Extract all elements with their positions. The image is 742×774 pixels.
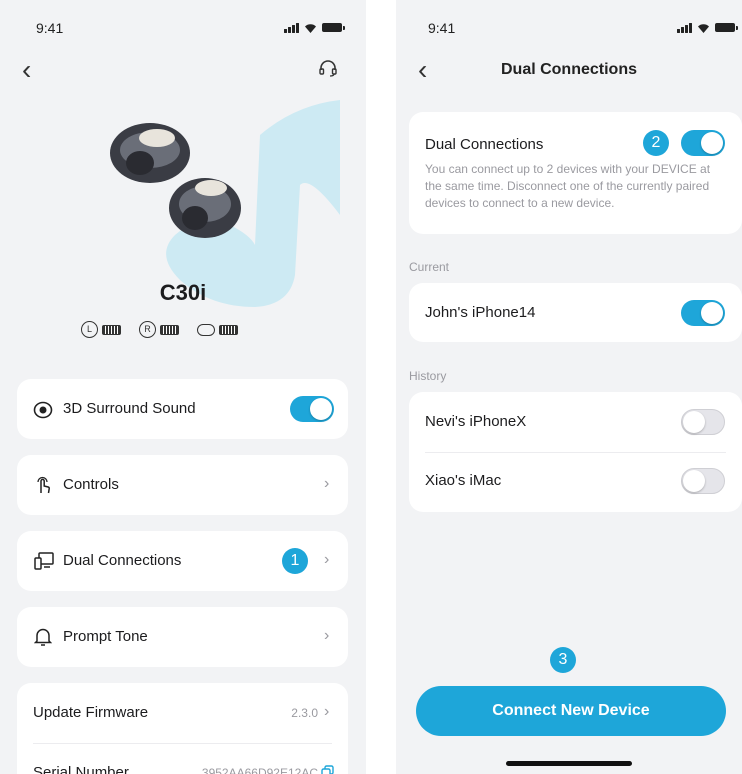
device-name: John's iPhone14 [425, 304, 536, 321]
page-title: Dual Connections [500, 61, 637, 78]
status-icons [284, 22, 345, 33]
status-time: 9:41 [36, 20, 64, 36]
chevron-right-icon: › [324, 551, 330, 568]
history-devices-card: Nevi's iPhoneX Xiao's iMac [409, 392, 742, 512]
surround-sound-toggle[interactable] [290, 396, 334, 422]
headset-icon[interactable] [318, 58, 338, 78]
dual-connections-toggle[interactable] [681, 130, 725, 156]
device-row[interactable]: Nevi's iPhoneX [409, 392, 742, 452]
battery-level-icon [102, 324, 121, 335]
dual-connections-description: You can connect up to 2 devices with you… [425, 162, 711, 210]
signal-icon [284, 22, 299, 33]
battery-status: L R [81, 321, 238, 338]
controls-label: Controls [63, 476, 119, 493]
device-name: Nevi's iPhoneX [425, 413, 527, 430]
device-toggle[interactable] [681, 468, 725, 494]
serial-number-label: Serial Number [33, 764, 129, 774]
touch-gesture-icon [37, 476, 50, 494]
battery-level-icon [219, 324, 238, 335]
surround-sound-icon [33, 401, 53, 419]
battery-level-icon [160, 324, 179, 335]
dual-connections-label: Dual Connections [63, 552, 182, 569]
right-earbud-battery: R [139, 321, 179, 338]
battery-icon [715, 23, 738, 32]
product-name: C30i [159, 280, 207, 305]
copy-icon[interactable] [321, 765, 334, 774]
step-badge-3: 3 [550, 647, 576, 673]
chevron-right-icon: › [324, 627, 330, 644]
status-time: 9:41 [428, 20, 456, 36]
controls-row[interactable]: Controls › [17, 455, 348, 515]
home-indicator [506, 761, 632, 766]
earbuds-image [110, 123, 241, 238]
dual-connections-title: Dual Connections [425, 136, 544, 153]
device-toggle[interactable] [681, 300, 725, 326]
step-badge-1: 1 [282, 548, 308, 574]
step-badge-2: 2 [643, 130, 669, 156]
left-earbud-battery: L [81, 321, 121, 338]
back-button[interactable]: ‹ [22, 56, 31, 84]
chevron-right-icon: › [324, 475, 330, 492]
firmware-version: 2.3.0 [291, 706, 318, 720]
signal-icon [677, 22, 692, 33]
history-section-label: History [409, 369, 447, 383]
wifi-icon [305, 24, 316, 33]
update-firmware-row[interactable]: Update Firmware 2.3.0 › [17, 683, 348, 743]
current-section-label: Current [409, 260, 450, 274]
device-toggle[interactable] [681, 409, 725, 435]
chevron-right-icon: › [324, 703, 330, 720]
left-earbud-icon: L [81, 321, 98, 338]
current-devices-card: John's iPhone14 [409, 283, 742, 342]
surround-sound-row[interactable]: 3D Surround Sound [17, 379, 348, 439]
device-name: Xiao's iMac [425, 472, 502, 489]
battery-icon [322, 23, 345, 32]
charging-case-icon [197, 323, 215, 336]
dual-connections-card: Dual Connections 2 You can connect up to… [409, 112, 742, 234]
device-row[interactable]: John's iPhone14 [409, 283, 742, 342]
right-earbud-icon: R [139, 321, 156, 338]
surround-sound-label: 3D Surround Sound [63, 400, 196, 417]
product-screen: 9:41 ‹ C30i L R 3D Surround Sound Contro… [0, 0, 366, 774]
devices-icon [34, 552, 54, 570]
serial-number-row: Serial Number 3952AA66D92E12AC [17, 743, 348, 774]
update-firmware-label: Update Firmware [33, 704, 149, 721]
bell-icon [34, 628, 52, 646]
status-bar: 9:41 [396, 20, 742, 40]
serial-number-value: 3952AA66D92E12AC [201, 766, 318, 774]
status-bar: 9:41 [0, 20, 366, 40]
dual-connections-row[interactable]: Dual Connections 1 › [17, 531, 348, 591]
status-icons [677, 22, 738, 33]
prompt-tone-label: Prompt Tone [63, 628, 148, 645]
connect-new-device-button[interactable]: Connect New Device [416, 686, 726, 736]
case-battery [197, 323, 238, 336]
device-info-card: Update Firmware 2.3.0 › Serial Number 39… [17, 683, 348, 774]
wifi-icon [698, 24, 709, 33]
prompt-tone-row[interactable]: Prompt Tone › [17, 607, 348, 667]
dual-connections-screen: 9:41 ‹ Dual Connections Dual Connections… [396, 0, 742, 774]
device-row[interactable]: Xiao's iMac [409, 452, 742, 512]
